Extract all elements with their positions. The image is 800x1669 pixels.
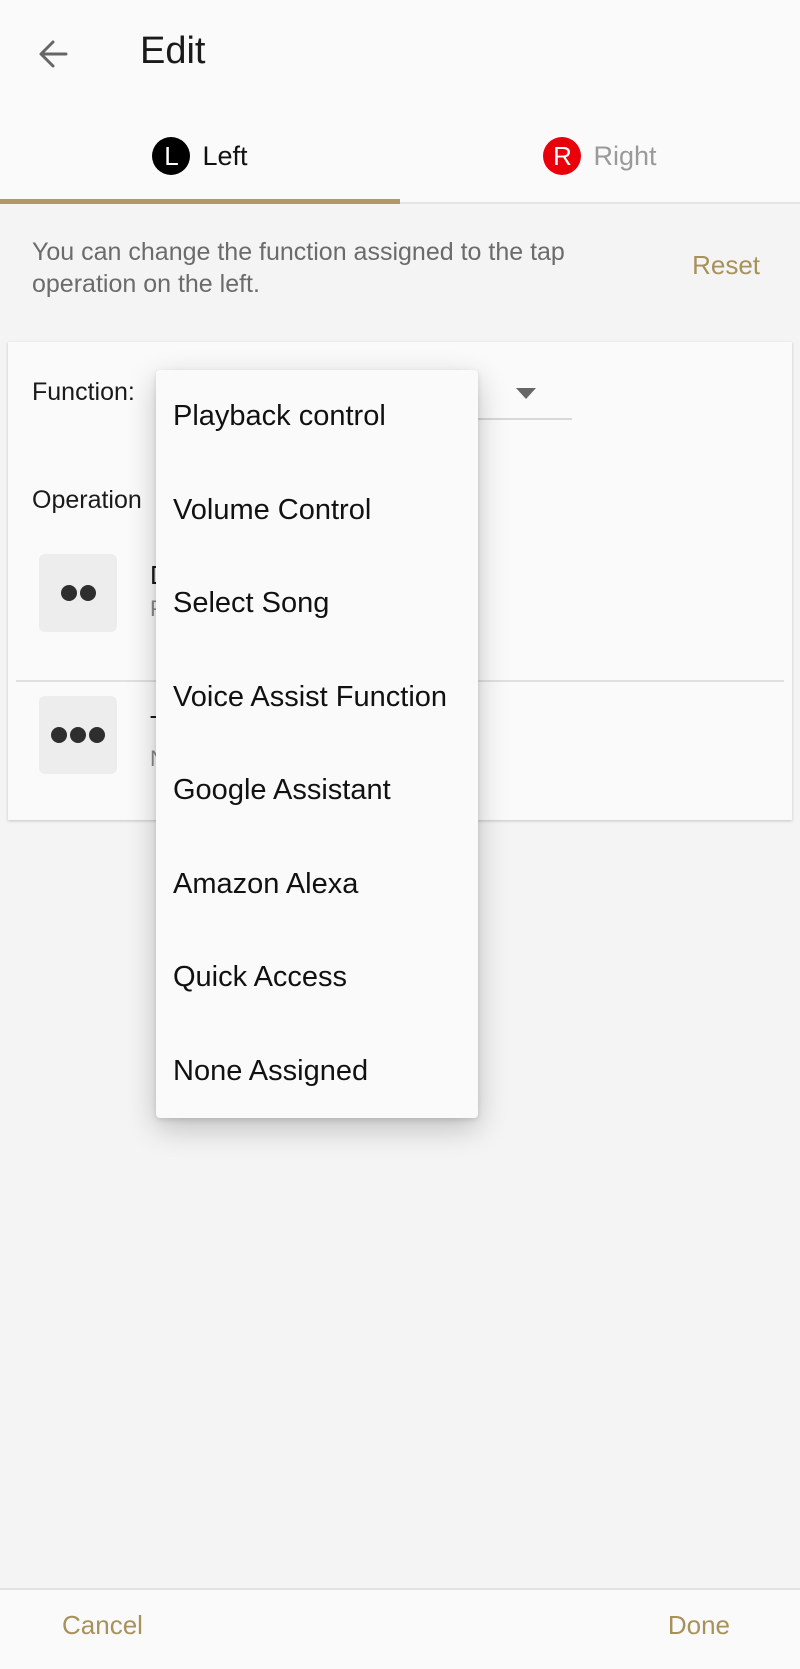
tab-bar: L Left R Right bbox=[0, 110, 800, 204]
cancel-button[interactable]: Cancel bbox=[62, 1610, 143, 1641]
page-title: Edit bbox=[140, 30, 206, 72]
double-tap-icon bbox=[39, 554, 117, 632]
menu-item-amazon-alexa[interactable]: Amazon Alexa bbox=[156, 838, 478, 932]
description-text: You can change the function assigned to … bbox=[32, 238, 565, 298]
left-badge-icon: L bbox=[152, 137, 191, 175]
menu-item-none-assigned[interactable]: None Assigned bbox=[156, 1025, 478, 1119]
menu-item-google-assistant[interactable]: Google Assistant bbox=[156, 744, 478, 838]
triple-tap-icon bbox=[39, 696, 117, 774]
menu-item-select-song[interactable]: Select Song bbox=[156, 557, 478, 651]
tab-right[interactable]: R Right bbox=[400, 110, 800, 202]
right-badge-icon: R bbox=[543, 137, 582, 175]
function-label: Function: bbox=[32, 378, 135, 406]
app-bar: Edit bbox=[0, 0, 800, 110]
tab-left-label: Left bbox=[202, 140, 248, 171]
done-button[interactable]: Done bbox=[668, 1610, 730, 1641]
bottom-bar: Cancel Done bbox=[0, 1588, 800, 1669]
menu-item-volume-control[interactable]: Volume Control bbox=[156, 464, 478, 558]
menu-item-voice-assist[interactable]: Voice Assist Function bbox=[156, 651, 478, 745]
function-dropdown-menu: Playback control Volume Control Select S… bbox=[156, 370, 478, 1118]
tab-left[interactable]: L Left bbox=[0, 110, 400, 202]
tab-right-label: Right bbox=[593, 140, 657, 171]
reset-button[interactable]: Reset bbox=[692, 250, 760, 281]
tab-indicator bbox=[0, 199, 400, 204]
arrow-left-icon bbox=[39, 40, 68, 68]
back-button[interactable] bbox=[34, 34, 74, 74]
dropdown-arrow-icon bbox=[516, 388, 536, 399]
operation-label: Operation bbox=[32, 486, 142, 514]
menu-item-quick-access[interactable]: Quick Access bbox=[156, 931, 478, 1025]
menu-item-playback-control[interactable]: Playback control bbox=[156, 370, 478, 464]
